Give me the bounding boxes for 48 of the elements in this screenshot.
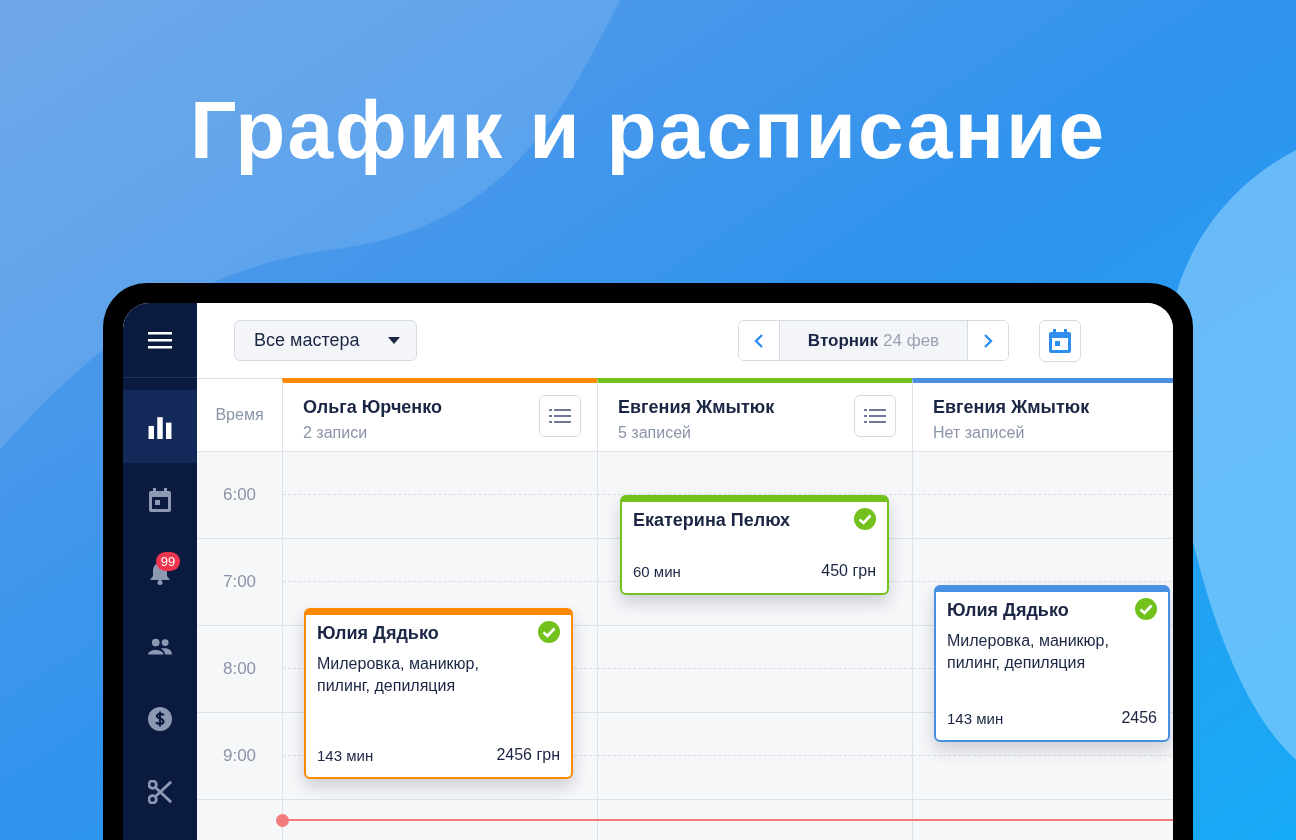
master-filter-dropdown[interactable]: Все мастера — [234, 320, 417, 361]
list-button[interactable] — [854, 395, 896, 437]
next-day-button[interactable] — [967, 321, 1008, 360]
client-name: Юлия Дядько — [947, 599, 1069, 622]
headline: График и расписание — [188, 83, 1108, 177]
calendar-button[interactable] — [1039, 319, 1081, 362]
staff-name: Евгения Жмытюк — [933, 396, 1090, 419]
price-text: 450 грн — [821, 561, 876, 581]
chevron-left-icon — [754, 332, 764, 349]
time-label: 7:00 — [222, 571, 257, 594]
scissors-icon — [148, 779, 172, 804]
sidebar-item[interactable]: 99 — [123, 536, 197, 609]
client-name: Юлия Дядько — [317, 622, 439, 645]
staff-name: Ольга Юрченко — [303, 396, 442, 419]
notification-badge: 99 — [156, 552, 180, 571]
calendar-icon — [148, 487, 172, 512]
duration-text: 143 мин — [947, 708, 1004, 729]
previous-day-button[interactable] — [739, 321, 780, 360]
appointment-count: 2 записи — [303, 423, 369, 443]
appointment-count: Нет записей — [933, 423, 1026, 443]
date-label: Вторник 24 фев — [780, 321, 967, 360]
calendar-icon — [1049, 328, 1071, 353]
caret-icon — [388, 337, 400, 344]
list-icon — [549, 409, 571, 423]
duration-text: 60 мин — [633, 561, 681, 582]
time-label: 8:00 — [222, 658, 257, 681]
list-icon — [864, 409, 886, 423]
chevron-right-icon — [983, 332, 993, 349]
client-name: Екатерина Пелюх — [633, 509, 791, 532]
duration-text: 143 мин — [317, 745, 374, 766]
time-label: 6:00 — [222, 484, 257, 507]
list-button[interactable] — [539, 395, 581, 437]
time-label: 9:00 — [222, 745, 257, 768]
current-time-marker — [276, 814, 289, 827]
staff-name: Евгения Жмытюк — [618, 396, 775, 419]
services-text: Милеровка, маникюр, пилинг, депиляция — [947, 631, 1110, 673]
appointment-count: 5 записей — [618, 423, 692, 443]
services-text: Милеровка, маникюр, пилинг, депиляция — [317, 654, 480, 696]
menu-icon[interactable] — [148, 331, 172, 349]
appointment-card[interactable]: Юлия Дядько Милеровка, маникюр, пилинг, депиляция 143 мин 2456 — [934, 585, 1170, 742]
appointment-card[interactable]: Юлия Дядько Милеровка, маникюр, пилинг, депиляция 143 мин 2456 грн — [304, 608, 573, 779]
price-text: 2456 грн — [496, 745, 560, 765]
price-text: 2456 — [1121, 708, 1157, 728]
bar-chart-icon — [148, 414, 172, 439]
time-column-header: Время — [214, 405, 265, 425]
sidebar-item[interactable] — [123, 390, 197, 463]
dollar-icon — [148, 706, 172, 731]
appointment-card[interactable]: Екатерина Пелюх 60 мин 450 грн — [620, 495, 889, 595]
